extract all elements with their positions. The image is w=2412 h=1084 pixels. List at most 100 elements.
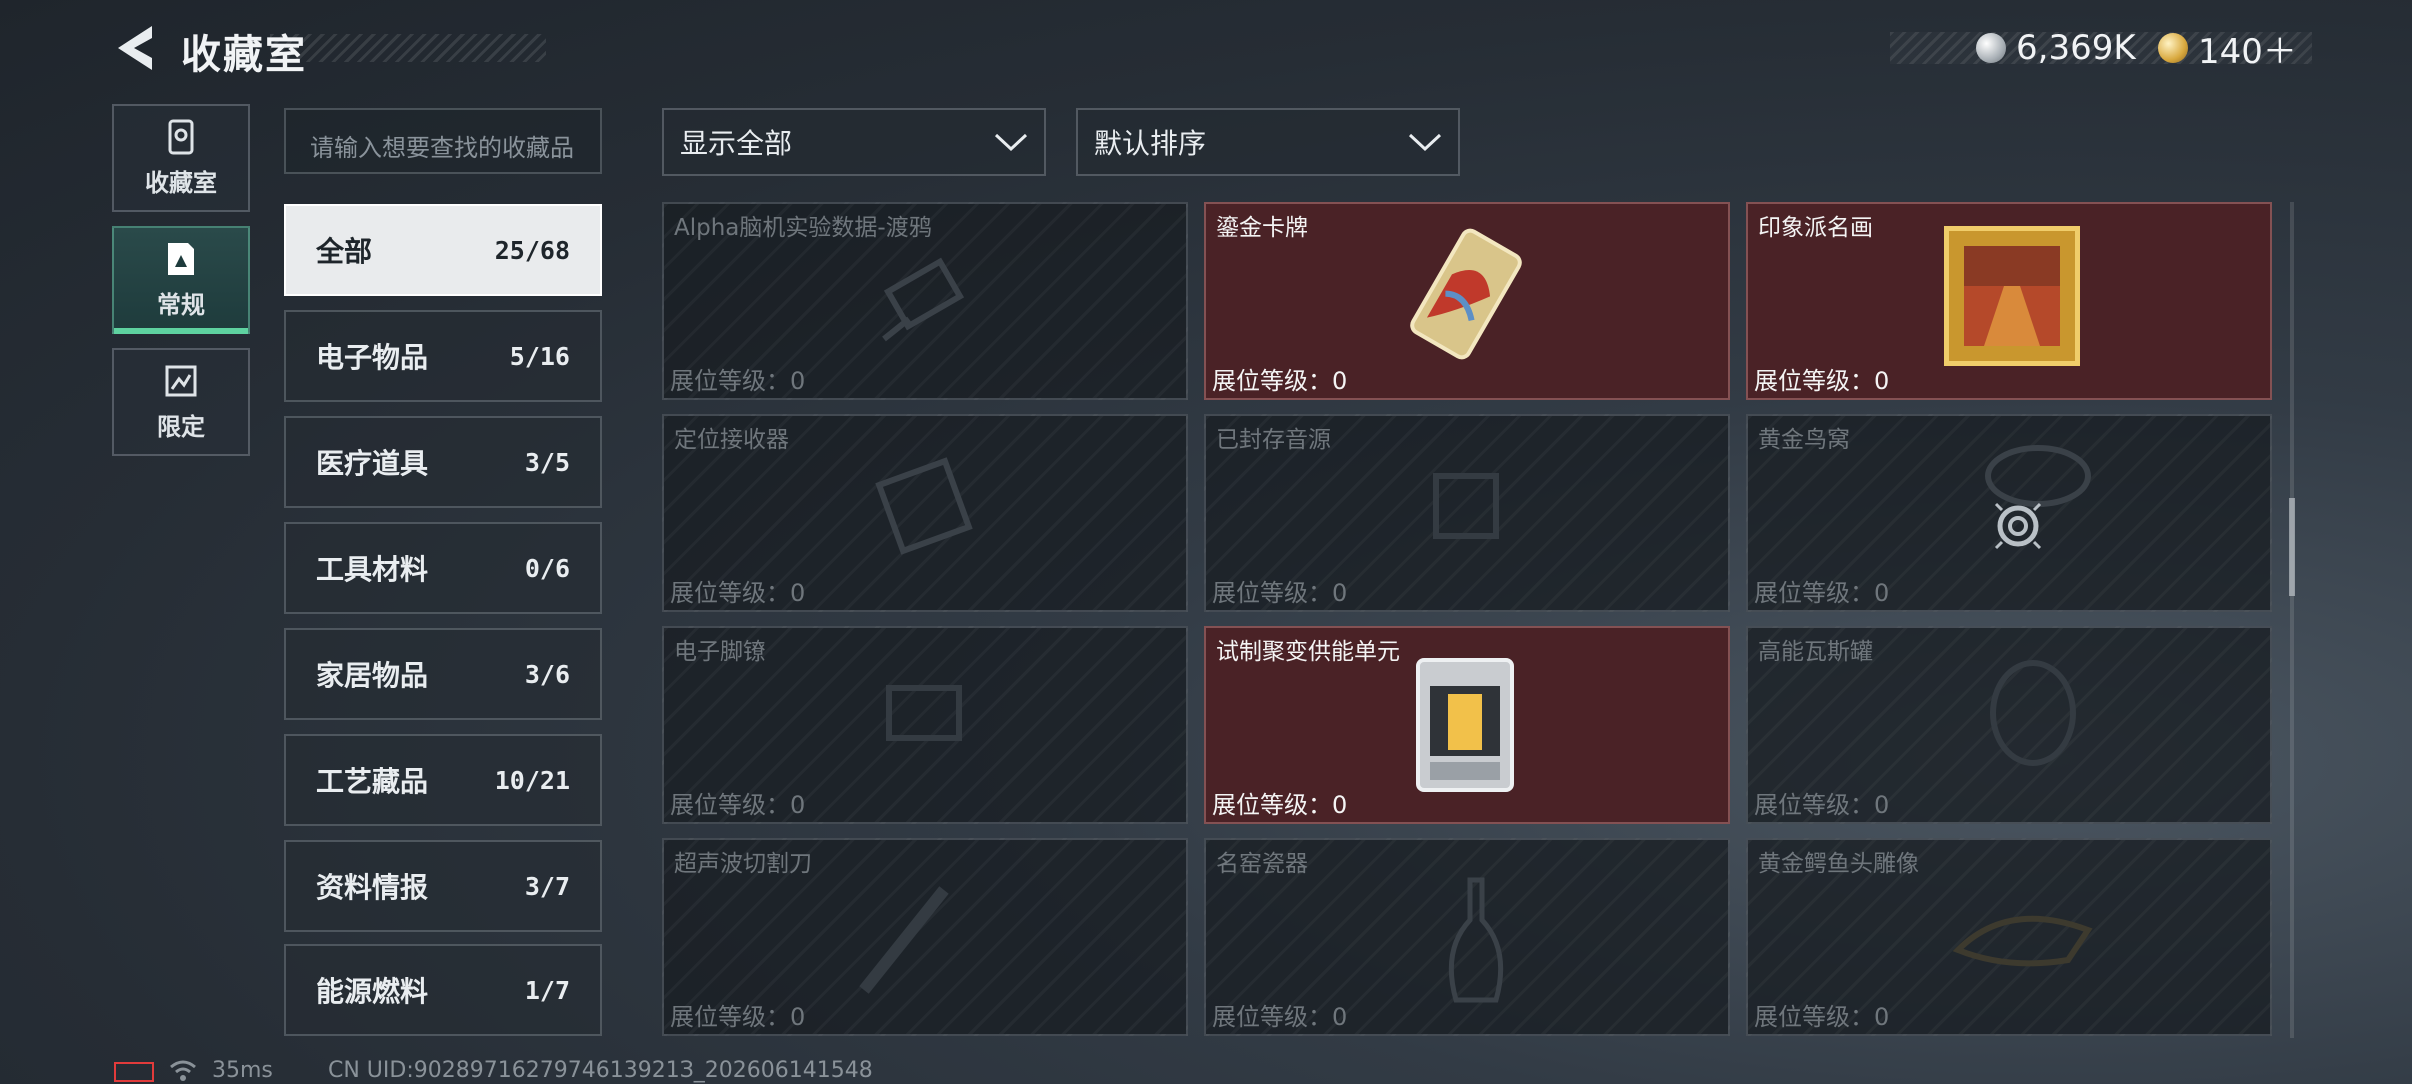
item-name: 鎏金卡牌 — [1216, 215, 1308, 241]
limited-display-icon — [165, 365, 197, 396]
sealed-audio-icon — [1433, 473, 1499, 539]
category-medical[interactable]: 医疗道具 3/5 — [284, 416, 602, 508]
item-level: 展位等级：0 — [1754, 367, 1890, 395]
item-name: Alpha脑机实验数据-渡鸦 — [674, 215, 932, 241]
collectible-card[interactable]: 高能瓦斯罐 展位等级：0 — [1746, 626, 2272, 824]
category-fuel[interactable]: 能源燃料 1/7 — [284, 944, 602, 1036]
category-name: 工具材料 — [316, 553, 429, 586]
tab-regular[interactable]: 常规 — [112, 226, 250, 334]
item-name: 名窑瓷器 — [1216, 851, 1308, 877]
tab-label: 收藏室 — [145, 168, 217, 197]
golden-crocodile-icon — [1952, 915, 2093, 967]
regular-display-icon — [168, 242, 194, 275]
item-name: 电子脚镣 — [674, 639, 766, 665]
category-crafts[interactable]: 工艺藏品 10/21 — [284, 734, 602, 826]
uid-text: CN UID:9028971627974613921З_202606141548 — [328, 1058, 873, 1083]
sort-value: 默认排序 — [1094, 127, 1207, 160]
chevron-down-icon — [994, 133, 1028, 152]
collectible-card[interactable]: 已封存音源 展位等级：0 — [1204, 414, 1730, 612]
silver-coin-icon — [1976, 33, 2006, 63]
gilded-card-icon — [1410, 228, 1522, 360]
collection-room-icon — [168, 119, 194, 154]
item-name: 超声波切割刀 — [674, 851, 812, 877]
sort-dropdown[interactable]: 默认排序 — [1076, 108, 1460, 176]
category-count: 0/6 — [524, 553, 570, 583]
collectible-card[interactable]: 名窑瓷器 展位等级：0 — [1204, 838, 1730, 1036]
item-level: 展位等级：0 — [1212, 367, 1348, 395]
category-name: 能源燃料 — [316, 975, 429, 1008]
silver-currency[interactable]: 6,369K — [1976, 28, 2136, 68]
category-count: 5/16 — [509, 341, 570, 371]
show-filter-value: 显示全部 — [680, 127, 793, 160]
category-electronics[interactable]: 电子物品 5/16 — [284, 310, 602, 402]
data-drive-icon — [882, 257, 965, 342]
collectible-card[interactable]: 黄金鸟窝 展位等级：0 — [1746, 414, 2272, 612]
category-count: 3/7 — [524, 871, 570, 901]
category-name: 全部 — [316, 235, 373, 268]
item-level: 展位等级：0 — [1754, 1003, 1890, 1031]
category-count: 10/21 — [494, 765, 570, 795]
collectible-card[interactable]: 超声波切割刀 展位等级：0 — [662, 838, 1188, 1036]
category-name: 资料情报 — [316, 871, 429, 904]
grid-scroll-thumb[interactable] — [2289, 498, 2295, 596]
chevron-down-icon — [1408, 133, 1442, 152]
item-name: 高能瓦斯罐 — [1758, 639, 1873, 665]
item-name: 试制聚变供能单元 — [1216, 639, 1400, 665]
grid-scrollbar[interactable] — [2290, 202, 2294, 1038]
tab-label: 常规 — [157, 290, 205, 319]
category-name: 医疗道具 — [316, 447, 429, 480]
title-stripes — [270, 34, 546, 62]
category-intel[interactable]: 资料情报 3/7 — [284, 840, 602, 932]
gas-canister-icon — [1990, 660, 2076, 766]
search-input[interactable]: 请输入想要查找的收藏品 — [284, 108, 602, 174]
item-level: 展位等级：0 — [1754, 579, 1890, 607]
collectible-card[interactable]: 定位接收器 展位等级：0 — [662, 414, 1188, 612]
category-count: 3/5 — [524, 447, 570, 477]
category-count: 1/7 — [524, 975, 570, 1005]
collectible-card[interactable]: 鎏金卡牌 展位等级：0 — [1204, 202, 1730, 400]
collectible-card[interactable]: Alpha脑机实验数据-渡鸦 展位等级：0 — [662, 202, 1188, 400]
category-tools[interactable]: 工具材料 0/6 — [284, 522, 602, 614]
ultrasonic-cutter-icon — [859, 886, 949, 994]
tab-limited[interactable]: 限定 — [112, 348, 250, 456]
item-level: 展位等级：0 — [1754, 791, 1890, 819]
show-filter-dropdown[interactable]: 显示全部 — [662, 108, 1046, 176]
collectible-card[interactable]: 印象派名画 展位等级：0 — [1746, 202, 2272, 400]
category-name: 电子物品 — [316, 341, 429, 374]
category-count: 25/68 — [494, 235, 570, 265]
gold-currency[interactable]: 140＋ — [2158, 28, 2297, 72]
item-name: 已封存音源 — [1216, 427, 1331, 453]
collectible-card[interactable]: 试制聚变供能单元 展位等级：0 — [1204, 626, 1730, 824]
item-level: 展位等级：0 — [1212, 579, 1348, 607]
category-all[interactable]: 全部 25/68 — [284, 204, 602, 296]
category-name: 家居物品 — [316, 659, 429, 692]
ankle-monitor-icon — [886, 685, 962, 741]
silver-currency-value: 6,369K — [2016, 28, 2136, 68]
gold-coin-icon — [2158, 33, 2188, 63]
wifi-icon — [170, 1060, 196, 1081]
tab-collection-room[interactable]: 收藏室 — [112, 104, 250, 212]
item-level: 展位等级：0 — [670, 1003, 806, 1031]
item-name: 定位接收器 — [674, 427, 789, 453]
framed-painting-icon — [1944, 226, 2080, 366]
locator-receiver-icon — [875, 457, 973, 555]
item-name: 黄金鸟窝 — [1758, 427, 1850, 453]
item-level: 展位等级：0 — [670, 791, 806, 819]
item-name: 黄金鳄鱼头雕像 — [1758, 851, 1919, 877]
back-arrow-icon[interactable] — [112, 22, 156, 74]
category-name: 工艺藏品 — [316, 765, 429, 798]
ping-text: 35ms — [212, 1058, 273, 1083]
category-household[interactable]: 家居物品 3/6 — [284, 628, 602, 720]
item-level: 展位等级：0 — [670, 367, 806, 395]
fusion-cell-icon — [1416, 658, 1514, 792]
item-level: 展位等级：0 — [1212, 791, 1348, 819]
item-level: 展位等级：0 — [670, 579, 806, 607]
gold-currency-value: 140＋ — [2198, 31, 2297, 72]
golden-nest-icon — [1985, 445, 2091, 550]
collectible-card[interactable]: 黄金鳄鱼头雕像 展位等级：0 — [1746, 838, 2272, 1036]
tab-label: 限定 — [157, 412, 205, 441]
collectible-card[interactable]: 电子脚镣 展位等级：0 — [662, 626, 1188, 824]
porcelain-vase-icon — [1448, 877, 1504, 1003]
item-name: 印象派名画 — [1758, 215, 1873, 241]
category-count: 3/6 — [524, 659, 570, 689]
